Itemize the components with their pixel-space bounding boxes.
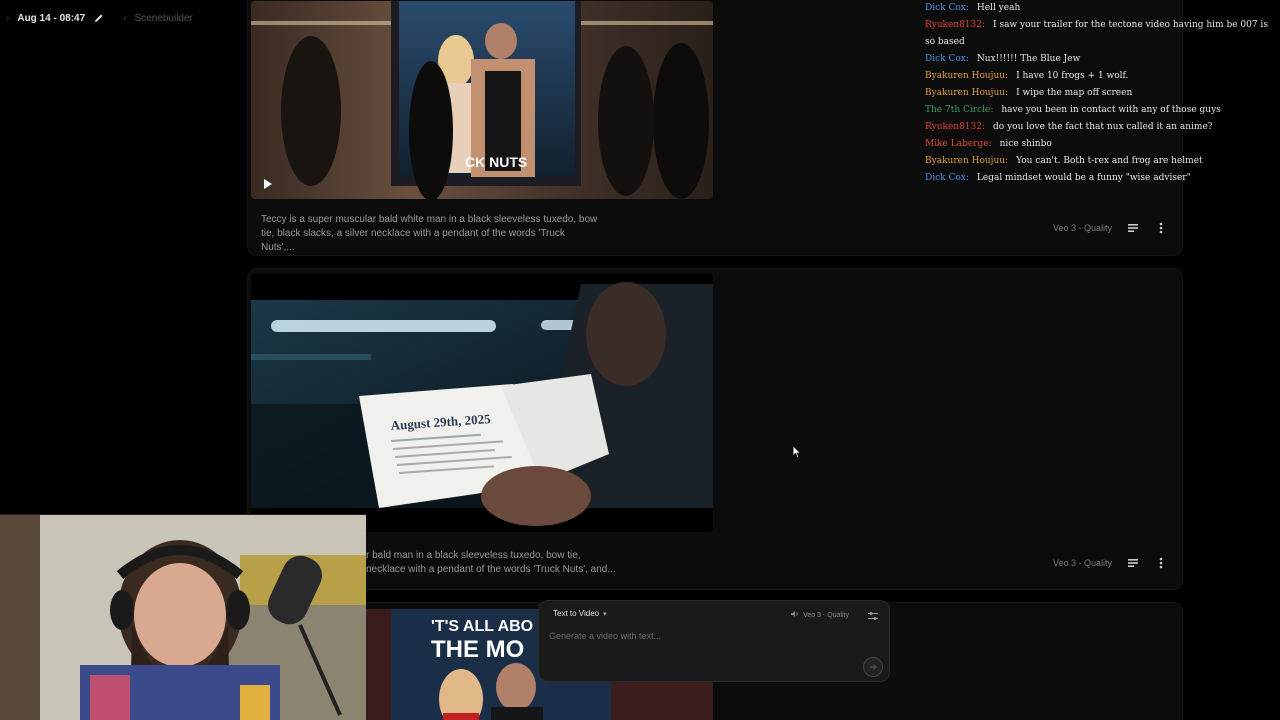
chat-username: Dick Cox: <box>925 3 969 13</box>
prompt-text: Teccy is a super muscular bald white man… <box>261 214 598 253</box>
model-selector[interactable]: Veo 3 - Quality <box>790 610 849 620</box>
chat-message: Dick Cox: Legal mindset would be a funny … <box>925 170 1275 187</box>
prompt-composer: Text to Video ▾ Veo 3 - Quality <box>538 600 890 682</box>
chat-username: The 7th Circle: <box>925 105 994 115</box>
chat-message: Ryuken8132: I saw your trailer for the te… <box>925 17 1275 51</box>
card-meta: Veo 3 - Quality <box>1053 556 1168 570</box>
chevron-down-icon: ▾ <box>603 610 607 618</box>
chat-separator: : <box>965 3 969 13</box>
chat-text: I have 10 frogs + 1 wolf. <box>1016 71 1129 81</box>
poster-text: THE MO <box>431 636 524 663</box>
chat-separator: : <box>981 20 986 30</box>
breadcrumb: › Aug 14 - 08:47 › Scenebuilder <box>0 0 193 36</box>
chat-separator: : <box>981 122 986 132</box>
video-thumbnail[interactable]: CK NUTS <box>251 1 713 199</box>
chat-separator: : <box>965 173 969 183</box>
chat-message: Byakuren Houjuu: I wipe the map off scree… <box>925 85 1275 102</box>
mode-dropdown[interactable]: Text to Video ▾ <box>553 609 607 618</box>
chat-separator: : <box>990 105 994 115</box>
chat-separator: : <box>988 139 992 149</box>
mouse-cursor-icon <box>792 445 802 464</box>
project-name[interactable]: Scenebuilder <box>135 13 193 24</box>
model-label: Veo 3 - Quality <box>803 611 849 619</box>
chat-text: nice shinbo <box>999 139 1052 149</box>
chat-message: Byakuren Houjuu: I have 10 frogs + 1 wolf… <box>925 68 1275 85</box>
chat-text: Hell yeah <box>976 3 1021 13</box>
chat-message: The 7th Circle: have you been in contact … <box>925 102 1275 119</box>
prompt-text: r bald man in a black sleeveless tuxedo,… <box>366 550 616 575</box>
chat-text: have you been in contact with any of tho… <box>1001 105 1221 115</box>
chat-username: Ryuken8132: <box>925 20 986 30</box>
chat-username: Mike Laberge: <box>925 139 992 149</box>
more-options-icon[interactable] <box>1154 556 1168 570</box>
chat-username: Byakuren Houjuu: <box>925 88 1009 98</box>
video-card: August 29th, 2025 r bald man in a black … <box>247 268 1183 590</box>
chat-text: Legal mindset would be a funny "wise adv… <box>976 173 1191 183</box>
poster-text: 'T'S ALL ABO <box>431 618 533 635</box>
chevron-right-icon: › <box>123 12 127 24</box>
settings-sliders-icon[interactable] <box>867 609 879 621</box>
card-meta: Veo 3 - Quality <box>1053 221 1168 235</box>
chat-message: Ryuken8132: do you love the fact that nux… <box>925 119 1275 136</box>
chat-message: Byakuren Houjuu: You can't. Both t-rex an… <box>925 153 1275 170</box>
video-thumbnail[interactable]: August 29th, 2025 <box>251 274 713 532</box>
chat-separator: : <box>1005 71 1009 81</box>
edit-pencil-icon[interactable] <box>93 12 105 24</box>
chat-separator: : <box>965 54 969 64</box>
arrow-right-icon <box>870 664 877 670</box>
mode-label: Text to Video <box>553 609 600 618</box>
chat-username: Byakuren Houjuu: <box>925 71 1009 81</box>
send-button[interactable] <box>863 657 883 677</box>
chat-username: Dick Cox: <box>925 173 969 183</box>
reuse-prompt-icon[interactable] <box>1126 556 1140 570</box>
chat-text: do you love the fact that nux called it … <box>993 122 1213 132</box>
chat-separator: : <box>1005 156 1009 166</box>
chat-text: Nux!!!!!! The Blue Jew <box>976 54 1081 64</box>
chat-message: Dick Cox: Nux!!!!!! The Blue Jew <box>925 51 1275 68</box>
chat-separator: : <box>1005 88 1009 98</box>
chat-message: Dick Cox: Hell yeah <box>925 0 1275 17</box>
play-icon[interactable] <box>263 177 273 195</box>
chat-message: Mike Laberge: nice shinbo <box>925 136 1275 153</box>
reuse-prompt-icon[interactable] <box>1126 221 1140 235</box>
model-label: Veo 3 - Quality <box>1052 558 1112 568</box>
chat-text: I wipe the map off screen <box>1016 88 1133 98</box>
chevron-right-icon: › <box>6 12 10 24</box>
chat-username: Dick Cox: <box>925 54 969 64</box>
webcam-feed <box>0 514 366 720</box>
prompt-input[interactable] <box>549 631 849 641</box>
model-label: Veo 3 - Quality <box>1052 223 1112 233</box>
poster-text: CK NUTS <box>465 154 527 170</box>
more-options-icon[interactable] <box>1154 221 1168 235</box>
stream-chat: Dick Cox: Hell yeah Ryuken8132: I saw your … <box>925 0 1275 187</box>
chat-username: Ryuken8132: <box>925 122 986 132</box>
session-date[interactable]: Aug 14 - 08:47 <box>17 13 85 24</box>
sound-icon <box>790 610 799 620</box>
chat-username: Byakuren Houjuu: <box>925 156 1009 166</box>
chat-text: You can't. Both t-rex and frog are helme… <box>1016 156 1203 166</box>
